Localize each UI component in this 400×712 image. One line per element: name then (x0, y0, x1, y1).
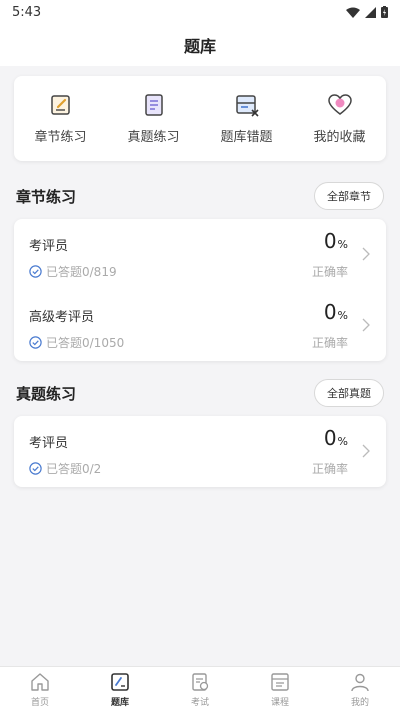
quick-label: 章节练习 (34, 130, 87, 145)
section-title: 真题练习 (16, 384, 77, 403)
exam-section-header: 真题练习 全部真题 (16, 379, 384, 407)
quick-actions-card: 章节练习 真题练习 题库错题 我的收藏 (14, 76, 386, 161)
tab-label: 考试 (190, 698, 209, 708)
quick-label: 真题练习 (127, 130, 180, 145)
edit-note-icon (50, 95, 70, 115)
progress-text: 已答题0/1050 (46, 336, 125, 350)
status-icons (346, 6, 388, 18)
quick-label: 题库错题 (220, 130, 273, 145)
chevron-right-icon (362, 444, 370, 458)
chevron-right-icon (362, 247, 370, 261)
quick-wrong-questions[interactable]: 题库错题 (202, 92, 292, 145)
rate-unit: % (337, 309, 348, 322)
exam-list-card: 考评员 已答题0/2 0 % 正确率 (14, 416, 386, 487)
tab-label: 课程 (270, 698, 289, 708)
tab-question-bank[interactable]: 题库 (80, 667, 160, 712)
list-item[interactable]: 考评员 已答题0/2 0 % 正确率 (14, 416, 386, 487)
accuracy-value: 0 % (324, 426, 348, 450)
check-circle-icon (29, 336, 42, 349)
battery-icon (381, 6, 388, 18)
quick-chapter-practice[interactable]: 章节练习 (16, 92, 106, 145)
home-icon (31, 673, 49, 691)
document-icon (144, 94, 163, 116)
rate-unit: % (337, 238, 348, 251)
list-item[interactable]: 高级考评员 已答题0/1050 0 % 正确率 (14, 290, 386, 361)
tab-label: 首页 (30, 698, 49, 708)
accuracy-value: 0 % (324, 300, 348, 324)
profile-icon (351, 673, 369, 692)
list-item[interactable]: 考评员 已答题0/819 0 % 正确率 (14, 219, 386, 290)
item-name: 考评员 (29, 239, 69, 254)
item-progress: 已答题0/819 (29, 263, 117, 280)
progress-text: 已答题0/819 (46, 265, 117, 279)
wifi-icon (346, 7, 360, 18)
item-name: 考评员 (29, 436, 69, 451)
tab-home[interactable]: 首页 (0, 667, 80, 712)
section-title: 章节练习 (16, 187, 77, 206)
quick-label: 我的收藏 (313, 130, 366, 145)
tab-course[interactable]: 课程 (240, 667, 320, 712)
chapter-section-header: 章节练习 全部章节 (16, 182, 384, 210)
signal-icon (365, 6, 376, 18)
accuracy-label: 正确率 (311, 265, 348, 279)
question-bank-icon (111, 673, 129, 691)
accuracy-label: 正确率 (311, 336, 348, 350)
quick-favorites[interactable]: 我的收藏 (295, 92, 385, 145)
heart-icon (327, 94, 352, 115)
check-circle-icon (29, 462, 42, 475)
wrong-questions-icon (235, 95, 259, 117)
accuracy-value: 0 % (324, 229, 348, 253)
chevron-right-icon (362, 318, 370, 332)
quick-exam-practice[interactable]: 真题练习 (109, 92, 199, 145)
all-exams-button[interactable]: 全部真题 (314, 379, 384, 407)
page-title: 题库 (183, 37, 216, 56)
status-bar: 5:43 (0, 0, 400, 24)
accuracy-label: 正确率 (311, 462, 348, 476)
item-progress: 已答题0/1050 (29, 334, 124, 351)
status-time: 5:43 (12, 4, 42, 20)
item-name: 高级考评员 (29, 310, 95, 325)
check-circle-icon (29, 265, 42, 278)
tab-label: 题库 (110, 698, 129, 708)
all-chapters-button[interactable]: 全部章节 (314, 182, 384, 210)
exam-icon (192, 673, 209, 691)
tab-label: 我的 (350, 698, 369, 708)
rate-number: 0 (323, 426, 337, 450)
tab-profile[interactable]: 我的 (320, 667, 400, 712)
rate-number: 0 (323, 300, 337, 324)
tab-exam[interactable]: 考试 (160, 667, 240, 712)
progress-text: 已答题0/2 (46, 462, 102, 476)
bottom-tab-bar: 首页 题库 考试 课程 我的 (0, 666, 400, 712)
chapter-list-card: 考评员 已答题0/819 0 % 正确率 高级考评员 已答题0/1050 0 %… (14, 219, 386, 361)
rate-number: 0 (323, 229, 337, 253)
page-header: 题库 (0, 24, 400, 66)
rate-unit: % (337, 435, 348, 448)
course-icon (271, 673, 289, 691)
item-progress: 已答题0/2 (29, 460, 101, 477)
